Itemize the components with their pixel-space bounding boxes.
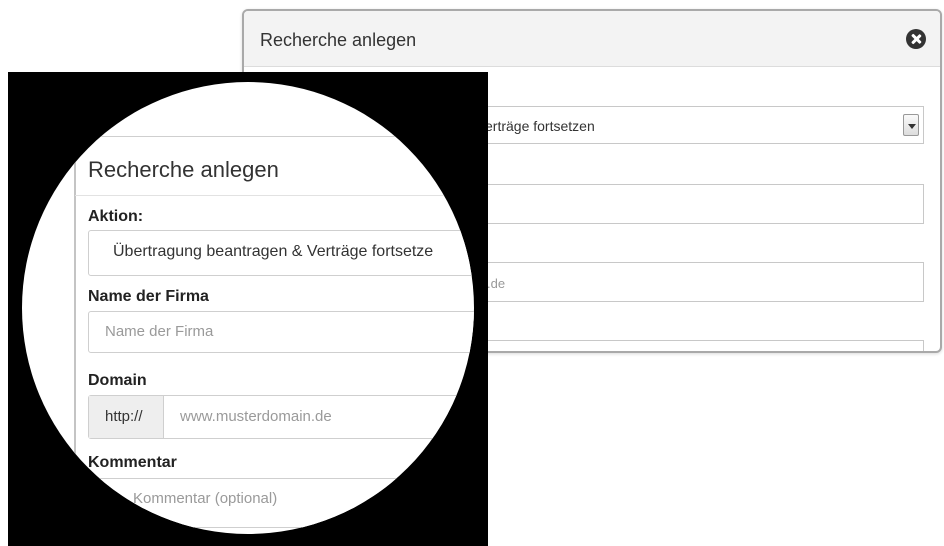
zoomed-dialog: Recherche anlegen Aktion: Übertragung be… [22, 82, 474, 534]
domain-label: Domain [88, 372, 147, 389]
magnifier-frame: Recherche anlegen Aktion: Übertragung be… [8, 72, 488, 546]
zoomed-dialog-title: Recherche anlegen [88, 157, 279, 182]
zoomed-action-select[interactable]: Übertragung beantragen & Verträge fortse… [88, 230, 474, 276]
dialog-top-border [75, 136, 474, 137]
dialog-left-border [74, 137, 76, 534]
dialog-title: Recherche anlegen [260, 30, 417, 50]
company-name-placeholder: Name der Firma [105, 323, 214, 340]
company-name-label: Name der Firma [88, 288, 209, 305]
header-divider [75, 195, 474, 196]
chevron-down-icon[interactable] [903, 114, 919, 136]
domain-prefix-addon: http:// [89, 396, 164, 438]
domain-placeholder: www.musterdomain.de [180, 408, 332, 425]
zoomed-action-select-value: Übertragung beantragen & Verträge fortse… [113, 243, 434, 260]
magnifier-lens: Recherche anlegen Aktion: Übertragung be… [22, 82, 474, 534]
comment-placeholder: Kommentar (optional) [133, 490, 278, 507]
domain-input-placeholder: .de [487, 276, 506, 291]
action-label: Aktion: [88, 208, 144, 225]
zoomed-company-name-input[interactable]: Name der Firma [88, 311, 474, 353]
zoomed-domain-input-group[interactable]: http:// www.musterdomain.de [88, 395, 474, 439]
zoomed-comment-input[interactable]: Kommentar (optional) [88, 478, 474, 528]
domain-prefix-text: http:// [105, 408, 143, 425]
action-select-value: erträge fortsetzen [485, 118, 595, 134]
close-icon[interactable] [906, 29, 926, 49]
comment-label: Kommentar [88, 454, 177, 471]
dialog-header: Recherche anlegen [244, 11, 940, 67]
